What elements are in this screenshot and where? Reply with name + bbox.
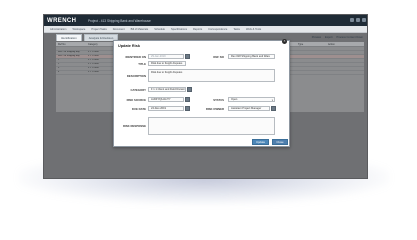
- table-cell: 2: [58, 63, 60, 65]
- column-header[interactable]: Ref No: [56, 42, 86, 46]
- column-header[interactable]: Action: [326, 42, 356, 46]
- toolbar-item[interactable]: Work & Tools: [246, 28, 261, 31]
- status-value: Open: [231, 98, 238, 101]
- title-label: TITLE: [138, 62, 146, 66]
- grid-actions: Preview Export Process Content Down: [312, 36, 363, 39]
- status-label: STATUS: [213, 98, 224, 102]
- table-cell: F 1 1 Dime: [88, 59, 99, 61]
- dialog-title: Update Risk: [118, 44, 140, 48]
- table-cell: F 1 1 Dime: [88, 67, 99, 69]
- risk-source-lookup-icon[interactable]: [185, 97, 190, 102]
- toolbar-item[interactable]: Bill of Materials: [131, 28, 149, 31]
- toolbar-item[interactable]: Specifications: [171, 28, 187, 31]
- toolbar-item[interactable]: Reports: [193, 28, 202, 31]
- table-cell: F 1 1 Dime: [88, 55, 99, 57]
- project-title: Project - 413 Shipping Bank and Warehous…: [88, 18, 151, 23]
- title-bar-icons: [350, 18, 366, 22]
- risk-response-textarea[interactable]: [148, 117, 275, 135]
- calendar-icon[interactable]: [185, 106, 190, 111]
- close-button[interactable]: Close: [272, 139, 288, 145]
- ref-no-label: REF NO: [213, 55, 224, 59]
- toolbar-item[interactable]: Workspace: [72, 28, 85, 31]
- identified-on-label: IDENTIFIED ON: [125, 55, 146, 59]
- category-lookup-icon[interactable]: [187, 87, 192, 92]
- screenshot-stage: WRENCH Project - 413 Shipping Bank and W…: [0, 0, 417, 240]
- due-date-field[interactable]: 24-Dec-2019: [148, 106, 184, 111]
- tab-identification[interactable]: Identification: [56, 34, 82, 41]
- table-cell: 1: [58, 59, 60, 61]
- column-header[interactable]: Type: [296, 42, 326, 46]
- update-risk-dialog: Update Risk × IDENTIFIED ON 29-Jan-2019 …: [113, 39, 290, 147]
- app-logo: WRENCH: [47, 17, 77, 24]
- table-cell: Rev #18 Shipping Bay: [58, 51, 80, 53]
- table-cell: [56, 47, 86, 50]
- user-icon[interactable]: [362, 18, 366, 22]
- category-label: CATEGORY: [130, 88, 146, 92]
- due-date-label: DUE DATE: [131, 107, 146, 111]
- risk-owner-label: RISK OWNER: [205, 107, 224, 111]
- table-cell: Rev #18 Shipping Bay: [58, 55, 80, 57]
- title-field[interactable]: Risk due to freight disputes: [148, 61, 186, 66]
- category-field[interactable]: F 1 1 Client and Field Division: [148, 87, 186, 92]
- table-cell: [86, 47, 116, 50]
- identified-on-field[interactable]: 29-Jan-2019: [148, 54, 184, 59]
- update-button[interactable]: Update: [252, 139, 269, 145]
- risk-source-field[interactable]: AUDIT/QUALITY: [148, 97, 184, 102]
- export-action[interactable]: Export: [325, 36, 333, 39]
- toolbar-item[interactable]: Schedule: [154, 28, 165, 31]
- help-icon[interactable]: [356, 18, 360, 22]
- chevron-down-icon: ▾: [271, 99, 273, 102]
- column-header[interactable]: Category: [86, 42, 116, 46]
- calendar-icon[interactable]: [185, 54, 190, 59]
- table-cell: F 1 1 Dime: [88, 63, 99, 65]
- risk-source-label: RISK SOURCE: [126, 98, 146, 102]
- description-textarea[interactable]: Risk due to freight disputes: [148, 69, 275, 82]
- table-cell: 3: [58, 67, 60, 69]
- toolbar-item[interactable]: Correspondence: [208, 28, 227, 31]
- toolbar-item[interactable]: Project Tasks: [91, 28, 106, 31]
- risk-owner-lookup-icon[interactable]: [271, 106, 276, 111]
- table-cell: F 1 1 Dime: [88, 71, 99, 73]
- toolbar-item[interactable]: Tasks: [233, 28, 240, 31]
- toolbar-item[interactable]: Document: [113, 28, 125, 31]
- table-cell: F 1 1 Dime: [88, 51, 99, 53]
- risk-owner-field[interactable]: Assistant Project Manager: [228, 106, 270, 111]
- preview-action[interactable]: Preview: [312, 36, 321, 39]
- table-cell: 4: [58, 71, 60, 73]
- risk-response-label: RISK RESPONSE: [122, 124, 146, 128]
- title-bar: WRENCH Project - 413 Shipping Bank and W…: [44, 15, 367, 26]
- notification-icon[interactable]: [350, 18, 354, 22]
- toolbar-item[interactable]: Administration: [50, 28, 66, 31]
- status-select[interactable]: Open ▾: [228, 97, 275, 102]
- process-content-action[interactable]: Process Content Down: [336, 36, 363, 39]
- description-label: DESCRIPTION: [126, 74, 146, 78]
- ref-no-field[interactable]: Rev #18 Shipping Bank and Ware: [228, 54, 275, 59]
- main-toolbar: Administration Workspace Project Tasks D…: [44, 26, 367, 33]
- close-icon[interactable]: ×: [282, 39, 287, 44]
